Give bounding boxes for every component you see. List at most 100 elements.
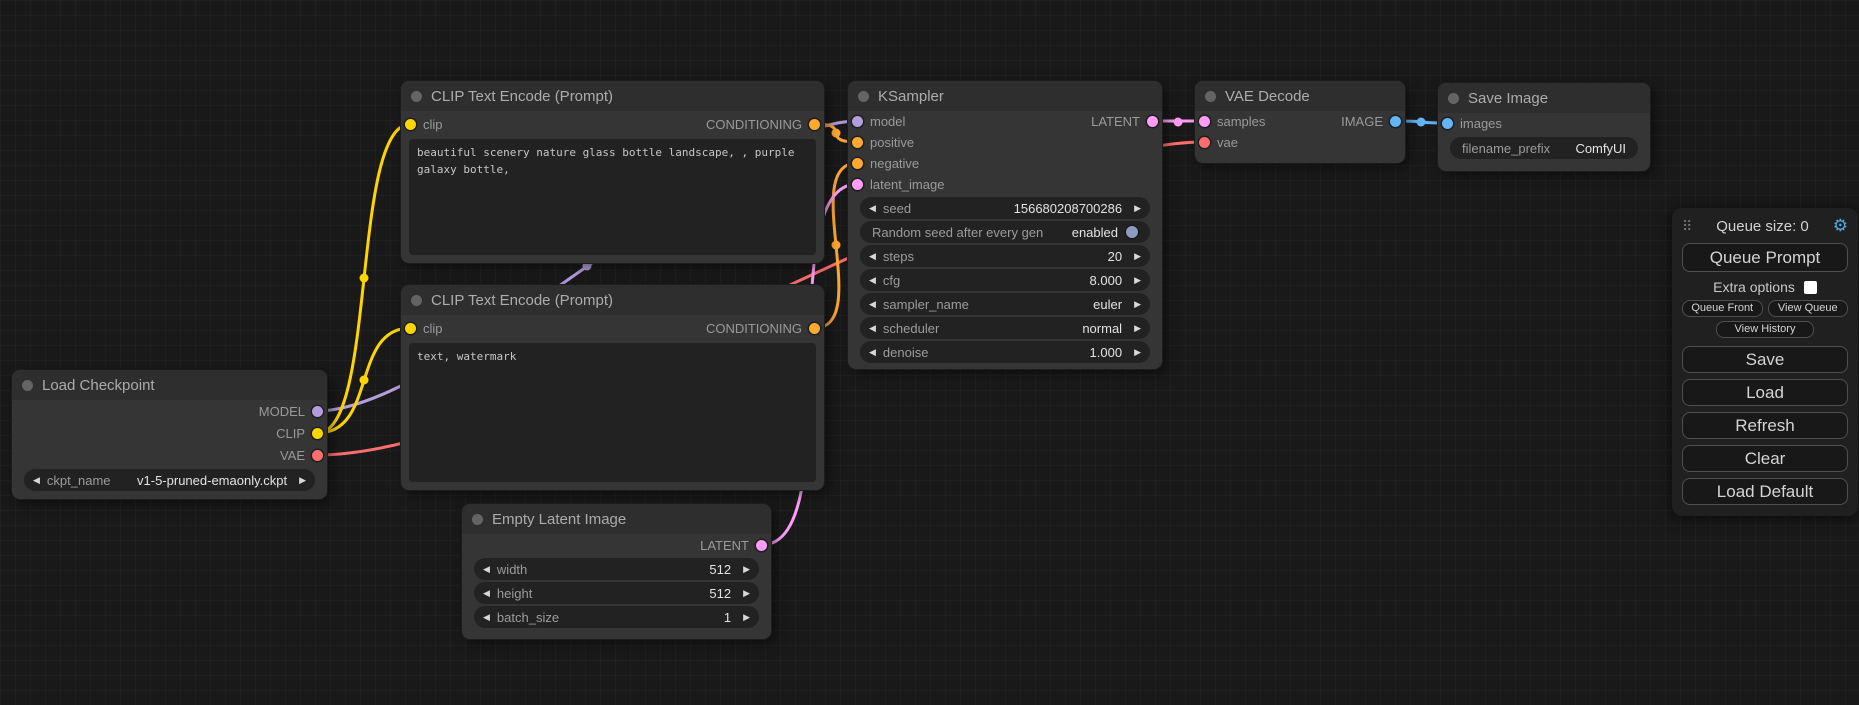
node-ksampler[interactable]: KSampler model LATENT positive negative …	[848, 81, 1162, 369]
wire-dot-samples	[1174, 118, 1183, 127]
samples-input-port[interactable]	[1199, 116, 1210, 127]
collapse-dot-icon[interactable]	[411, 91, 422, 102]
decrement-arrow-icon[interactable]: ◀	[476, 564, 497, 575]
vae-input-port[interactable]	[1199, 137, 1210, 148]
image-output-port[interactable]	[1390, 116, 1401, 127]
widget-value: normal	[1082, 321, 1127, 336]
conditioning-output-port[interactable]	[809, 323, 820, 334]
view-history-button[interactable]: View History	[1716, 321, 1814, 338]
positive-input-port[interactable]	[852, 137, 863, 148]
node-title-bar[interactable]: KSampler	[848, 81, 1162, 111]
ckpt-name-widget[interactable]: ◀ ckpt_name v1-5-pruned-emaonly.ckpt ▶	[24, 469, 315, 491]
cfg-widget[interactable]: ◀ cfg 8.000 ▶	[860, 269, 1150, 291]
increment-arrow-icon[interactable]: ▶	[1127, 251, 1148, 262]
widget-label: scheduler	[883, 321, 939, 336]
toggle-indicator-icon[interactable]	[1126, 226, 1138, 238]
save-button[interactable]: Save	[1682, 346, 1848, 373]
widget-value: 1.000	[1090, 345, 1128, 360]
increment-arrow-icon[interactable]: ▶	[1127, 275, 1148, 286]
clip-output-port[interactable]	[312, 428, 323, 439]
node-empty-latent-image[interactable]: Empty Latent Image LATENT ◀ width 512 ▶ …	[462, 504, 771, 639]
node-save-image[interactable]: Save Image images filename_prefix ComfyU…	[1438, 83, 1650, 171]
negative-input-port[interactable]	[852, 158, 863, 169]
slot-label: CONDITIONING	[706, 117, 802, 132]
increment-arrow-icon[interactable]: ▶	[1127, 323, 1148, 334]
batch-size-widget[interactable]: ◀ batch_size 1 ▶	[474, 606, 759, 628]
node-load-checkpoint[interactable]: Load Checkpoint MODEL CLIP VAE ◀ ckpt_na…	[12, 370, 327, 499]
drag-handle-icon[interactable]: ⠿	[1682, 218, 1692, 235]
node-clip-text-encode-negative[interactable]: CLIP Text Encode (Prompt) clip CONDITION…	[401, 285, 824, 490]
increment-arrow-icon[interactable]: ▶	[736, 612, 757, 623]
seed-widget[interactable]: ◀ seed 156680208700286 ▶	[860, 197, 1150, 219]
extra-options-checkbox[interactable]	[1804, 281, 1817, 294]
wire-dot-images	[1417, 118, 1426, 127]
node-clip-text-encode-positive[interactable]: CLIP Text Encode (Prompt) clip CONDITION…	[401, 81, 824, 263]
decrement-arrow-icon[interactable]: ◀	[862, 203, 883, 214]
collapse-dot-icon[interactable]	[411, 295, 422, 306]
model-output-port[interactable]	[312, 406, 323, 417]
view-queue-button[interactable]: View Queue	[1768, 300, 1849, 317]
width-widget[interactable]: ◀ width 512 ▶	[474, 558, 759, 580]
steps-widget[interactable]: ◀ steps 20 ▶	[860, 245, 1150, 267]
collapse-dot-icon[interactable]	[22, 380, 33, 391]
decrement-arrow-icon[interactable]: ◀	[26, 475, 47, 486]
decrement-arrow-icon[interactable]: ◀	[862, 323, 883, 334]
input-slot-positive: positive	[848, 132, 1162, 153]
increment-arrow-icon[interactable]: ▶	[1127, 299, 1148, 310]
latent-output-port[interactable]	[756, 540, 767, 551]
random-seed-toggle[interactable]: Random seed after every gen enabled	[860, 221, 1150, 243]
collapse-dot-icon[interactable]	[1448, 93, 1459, 104]
refresh-button[interactable]: Refresh	[1682, 412, 1848, 439]
decrement-arrow-icon[interactable]: ◀	[476, 588, 497, 599]
clear-button[interactable]: Clear	[1682, 445, 1848, 472]
queue-front-button[interactable]: Queue Front	[1682, 300, 1763, 317]
collapse-dot-icon[interactable]	[858, 91, 869, 102]
decrement-arrow-icon[interactable]: ◀	[862, 299, 883, 310]
queue-size-label: Queue size: 0	[1692, 218, 1832, 235]
output-slot-latent: LATENT	[462, 534, 771, 556]
increment-arrow-icon[interactable]: ▶	[1127, 203, 1148, 214]
latent-image-input-port[interactable]	[852, 179, 863, 190]
clip-input-port[interactable]	[405, 323, 416, 334]
increment-arrow-icon[interactable]: ▶	[736, 564, 757, 575]
height-widget[interactable]: ◀ height 512 ▶	[474, 582, 759, 604]
filename-prefix-widget[interactable]: filename_prefix ComfyUI	[1450, 137, 1638, 159]
settings-gear-icon[interactable]: ⚙	[1833, 216, 1848, 236]
conditioning-output-port[interactable]	[809, 119, 820, 130]
decrement-arrow-icon[interactable]: ◀	[862, 275, 883, 286]
positive-prompt-textarea[interactable]: beautiful scenery nature glass bottle la…	[409, 139, 816, 255]
widget-value: 1	[724, 610, 736, 625]
node-title-bar[interactable]: Load Checkpoint	[12, 370, 327, 400]
queue-prompt-button[interactable]: Queue Prompt	[1682, 243, 1848, 272]
node-title-bar[interactable]: CLIP Text Encode (Prompt)	[401, 285, 824, 315]
collapse-dot-icon[interactable]	[1205, 91, 1216, 102]
increment-arrow-icon[interactable]: ▶	[736, 588, 757, 599]
node-title-bar[interactable]: VAE Decode	[1195, 81, 1405, 111]
vae-output-port[interactable]	[312, 450, 323, 461]
node-title-bar[interactable]: Empty Latent Image	[462, 504, 771, 534]
decrement-arrow-icon[interactable]: ◀	[476, 612, 497, 623]
output-slot-clip: CLIP	[12, 422, 327, 444]
collapse-dot-icon[interactable]	[472, 514, 483, 525]
widget-label: batch_size	[497, 610, 559, 625]
node-title-bar[interactable]: Save Image	[1438, 83, 1650, 113]
denoise-widget[interactable]: ◀ denoise 1.000 ▶	[860, 341, 1150, 363]
model-input-port[interactable]	[852, 116, 863, 127]
sampler-name-widget[interactable]: ◀ sampler_name euler ▶	[860, 293, 1150, 315]
increment-arrow-icon[interactable]: ▶	[1127, 347, 1148, 358]
images-input-port[interactable]	[1442, 118, 1453, 129]
increment-arrow-icon[interactable]: ▶	[292, 475, 313, 486]
node-title-bar[interactable]: CLIP Text Encode (Prompt)	[401, 81, 824, 111]
node-vae-decode[interactable]: VAE Decode samples IMAGE vae	[1195, 81, 1405, 163]
clip-input-port[interactable]	[405, 119, 416, 130]
load-button[interactable]: Load	[1682, 379, 1848, 406]
decrement-arrow-icon[interactable]: ◀	[862, 347, 883, 358]
widget-label: cfg	[883, 273, 900, 288]
latent-output-port[interactable]	[1147, 116, 1158, 127]
load-default-button[interactable]: Load Default	[1682, 478, 1848, 505]
negative-prompt-textarea[interactable]: text, watermark	[409, 343, 816, 482]
scheduler-widget[interactable]: ◀ scheduler normal ▶	[860, 317, 1150, 339]
queue-buttons-row: Queue Front View Queue	[1682, 300, 1848, 317]
node-title: Save Image	[1468, 90, 1548, 107]
decrement-arrow-icon[interactable]: ◀	[862, 251, 883, 262]
